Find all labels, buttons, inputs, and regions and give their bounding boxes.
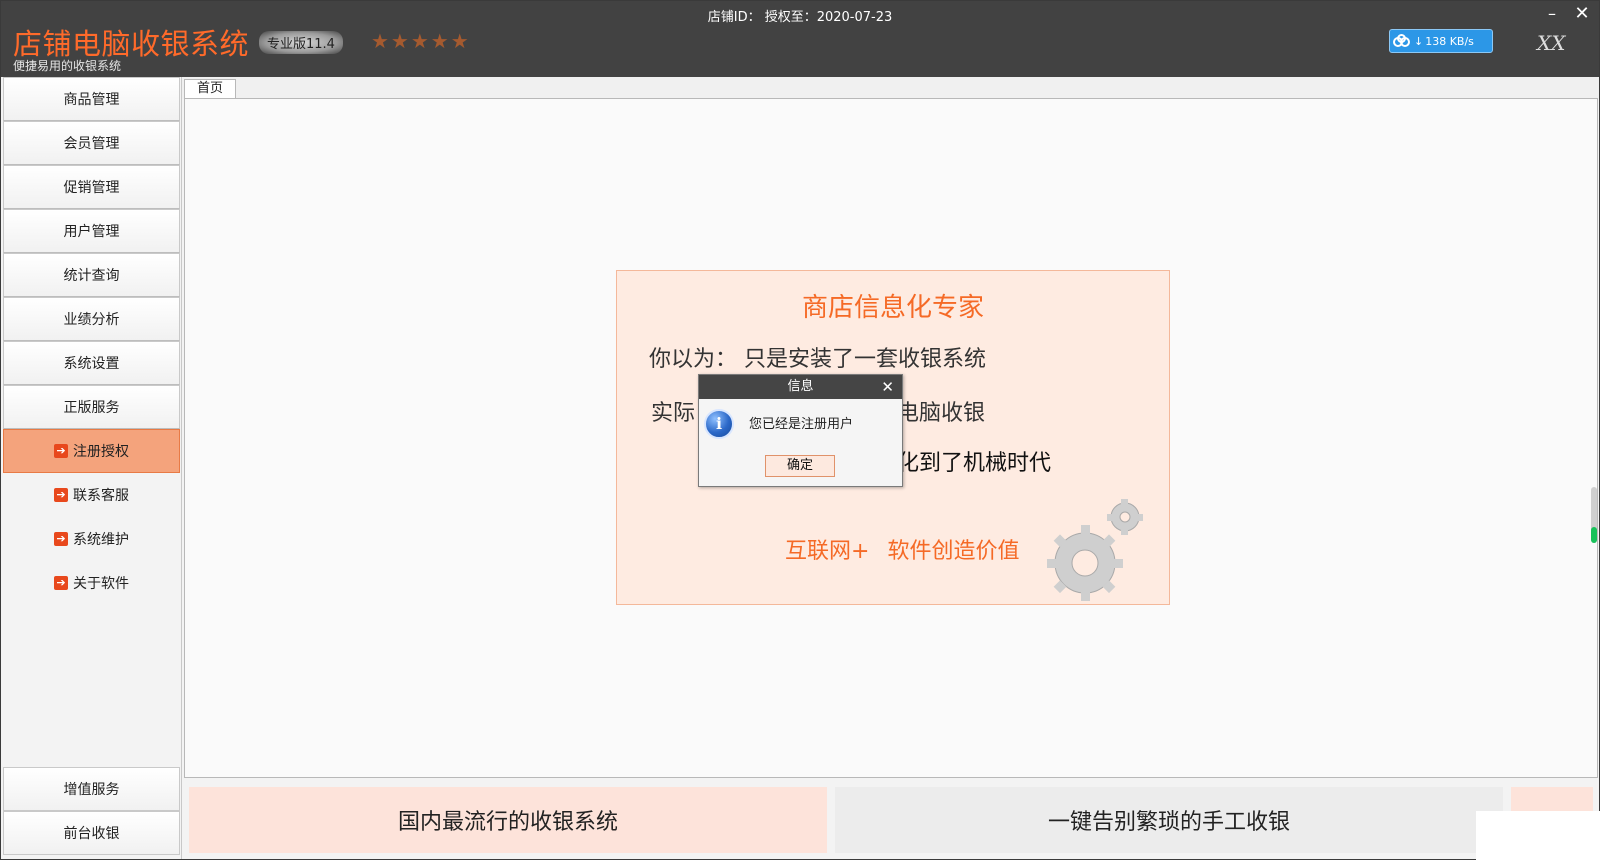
sidebar-item-label: 业绩分析	[63, 312, 120, 328]
sidebar-item-label: 联系客服	[73, 488, 129, 504]
app-window: 店铺ID： 授权至：2020-07-23 店铺电脑收银系统 便捷易用的收银系统 …	[0, 0, 1600, 860]
promo-line-2-right: 电脑收银	[897, 401, 986, 426]
info-dialog: 信息 ✕ i 您已经是注册用户 确定	[698, 374, 903, 487]
version-badge: 专业版11.4	[259, 31, 343, 54]
footer-banner-3[interactable]	[1511, 787, 1593, 813]
download-arrow-icon: ↓	[1414, 34, 1424, 48]
arrow-right-icon: ➔	[54, 532, 68, 546]
promo-line-2-left: 实际	[651, 401, 696, 426]
dialog-message: 您已经是注册用户	[749, 417, 854, 432]
sidebar-item-label: 用户管理	[63, 224, 120, 240]
sidebar-item-performance[interactable]: 业绩分析	[3, 297, 180, 341]
sidebar-item-label: 促销管理	[63, 180, 120, 196]
app-subtitle: 便捷易用的收银系统	[13, 59, 122, 73]
sidebar-item-maintenance[interactable]: ➔ 系统维护	[3, 517, 180, 561]
title-bar: 店铺ID： 授权至：2020-07-23 店铺电脑收银系统 便捷易用的收银系统 …	[1, 1, 1599, 77]
promo-line-1: 你以为： 只是安装了一套收银系统	[649, 347, 986, 372]
sidebar-item-promotions[interactable]: 促销管理	[3, 165, 180, 209]
sidebar-item-about[interactable]: ➔ 关于软件	[3, 561, 180, 605]
speed-text: 138 KB/s	[1425, 34, 1474, 48]
sidebar-item-settings[interactable]: 系统设置	[3, 341, 180, 385]
sidebar-item-label: 统计查询	[63, 268, 120, 284]
footer-banner-1[interactable]: 国内最流行的收银系统	[189, 787, 827, 853]
tab-home[interactable]: 首页	[184, 79, 236, 99]
user-name[interactable]: XX	[1537, 31, 1565, 55]
sidebar-item-label: 会员管理	[63, 136, 120, 152]
arrow-right-icon: ➔	[54, 444, 68, 458]
sidebar-item-users[interactable]: 用户管理	[3, 209, 180, 253]
dialog-body: i 您已经是注册用户 确定	[699, 399, 902, 487]
sidebar: 商品管理 会员管理 促销管理 用户管理 统计查询 业绩分析 系统设置 正版服务 …	[1, 77, 182, 859]
minimize-button[interactable]: –	[1541, 3, 1563, 25]
promo-slogan: 互联网+ 软件创造价值	[785, 533, 1019, 565]
sidebar-item-label: 系统设置	[63, 356, 120, 372]
front-cashier-button[interactable]: 前台收银	[3, 811, 180, 855]
sidebar-item-label: 正版服务	[63, 400, 120, 416]
dialog-title: 信息	[787, 379, 814, 394]
sidebar-item-label: 系统维护	[73, 532, 129, 548]
sidebar-item-register[interactable]: ➔ 注册授权	[3, 429, 180, 473]
network-speed-widget[interactable]: ↓ 138 KB/s	[1389, 29, 1493, 53]
close-button[interactable]: ✕	[1571, 3, 1593, 25]
promo-heading: 商店信息化专家	[801, 293, 984, 323]
sidebar-item-genuine-service[interactable]: 正版服务	[3, 385, 180, 429]
footer-banner-2[interactable]: 一键告别繁琐的手工收银	[835, 787, 1503, 853]
sidebar-item-label: 注册授权	[73, 444, 129, 460]
sidebar-item-contact[interactable]: ➔ 联系客服	[3, 473, 180, 517]
scroll-status-indicator	[1591, 527, 1597, 543]
cloud-icon	[1390, 30, 1414, 52]
ok-button[interactable]: 确定	[765, 455, 835, 477]
sidebar-item-label: 商品管理	[63, 92, 120, 108]
sidebar-item-label: 前台收银	[63, 826, 120, 842]
sidebar-item-statistics[interactable]: 统计查询	[3, 253, 180, 297]
slogan-left: 互联网+	[785, 539, 870, 564]
dialog-title-bar: 信息 ✕	[699, 375, 902, 399]
tab-bar: 首页	[182, 77, 1599, 99]
gears-icon	[1047, 499, 1143, 601]
sidebar-item-label: 增值服务	[63, 782, 120, 798]
value-added-services-button[interactable]: 增值服务	[3, 767, 180, 811]
dialog-close-icon[interactable]: ✕	[881, 375, 894, 399]
sidebar-item-members[interactable]: 会员管理	[3, 121, 180, 165]
arrow-right-icon: ➔	[54, 488, 68, 502]
promo-line-3: 化到了机械时代	[897, 451, 1052, 476]
info-icon: i	[704, 409, 734, 439]
rating-stars: ★★★★★	[371, 29, 471, 53]
sidebar-item-label: 关于软件	[73, 576, 129, 592]
slogan-right: 软件创造价值	[887, 539, 1020, 564]
footer-overlay	[1476, 811, 1600, 860]
sidebar-item-products[interactable]: 商品管理	[3, 77, 180, 121]
arrow-right-icon: ➔	[54, 576, 68, 590]
